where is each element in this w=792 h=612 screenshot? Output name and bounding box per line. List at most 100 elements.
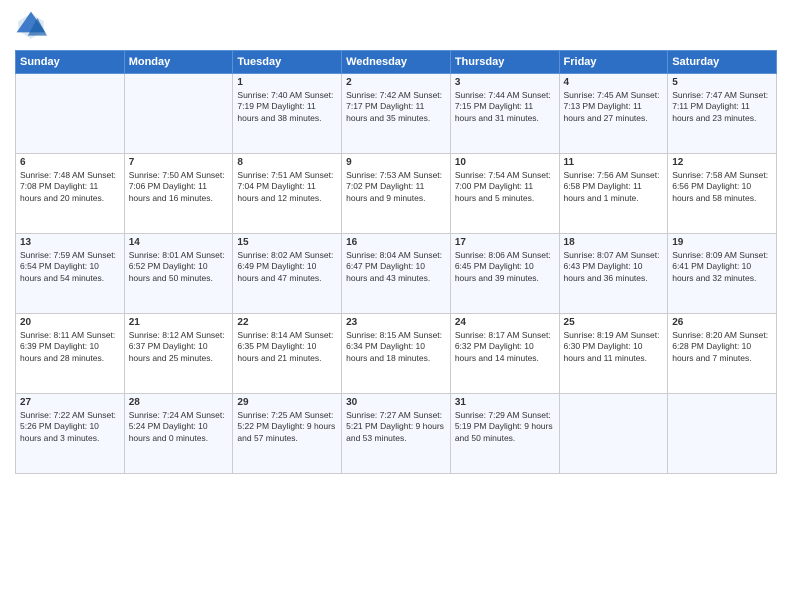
day-cell bbox=[559, 394, 668, 474]
day-info: Sunrise: 8:06 AM Sunset: 6:45 PM Dayligh… bbox=[455, 250, 555, 284]
day-info: Sunrise: 8:07 AM Sunset: 6:43 PM Dayligh… bbox=[564, 250, 664, 284]
header bbox=[15, 10, 777, 42]
day-info: Sunrise: 8:19 AM Sunset: 6:30 PM Dayligh… bbox=[564, 330, 664, 364]
day-cell: 13 Sunrise: 7:59 AM Sunset: 6:54 PM Dayli… bbox=[16, 234, 125, 314]
week-row-2: 6 Sunrise: 7:48 AM Sunset: 7:08 PM Daylig… bbox=[16, 154, 777, 234]
day-info: Sunrise: 7:40 AM Sunset: 7:19 PM Dayligh… bbox=[237, 90, 337, 124]
week-row-3: 13 Sunrise: 7:59 AM Sunset: 6:54 PM Dayli… bbox=[16, 234, 777, 314]
day-info: Sunrise: 7:51 AM Sunset: 7:04 PM Dayligh… bbox=[237, 170, 337, 204]
day-number: 28 bbox=[129, 397, 229, 408]
day-cell: 18 Sunrise: 8:07 AM Sunset: 6:43 PM Dayli… bbox=[559, 234, 668, 314]
day-number: 22 bbox=[237, 317, 337, 328]
day-number: 24 bbox=[455, 317, 555, 328]
day-info: Sunrise: 7:48 AM Sunset: 7:08 PM Dayligh… bbox=[20, 170, 120, 204]
day-info: Sunrise: 7:44 AM Sunset: 7:15 PM Dayligh… bbox=[455, 90, 555, 124]
logo-icon bbox=[15, 10, 47, 42]
day-info: Sunrise: 7:45 AM Sunset: 7:13 PM Dayligh… bbox=[564, 90, 664, 124]
day-info: Sunrise: 7:58 AM Sunset: 6:56 PM Dayligh… bbox=[672, 170, 772, 204]
day-info: Sunrise: 7:47 AM Sunset: 7:11 PM Dayligh… bbox=[672, 90, 772, 124]
day-info: Sunrise: 8:02 AM Sunset: 6:49 PM Dayligh… bbox=[237, 250, 337, 284]
day-info: Sunrise: 8:01 AM Sunset: 6:52 PM Dayligh… bbox=[129, 250, 229, 284]
day-info: Sunrise: 7:56 AM Sunset: 6:58 PM Dayligh… bbox=[564, 170, 664, 204]
day-number: 25 bbox=[564, 317, 664, 328]
day-info: Sunrise: 8:12 AM Sunset: 6:37 PM Dayligh… bbox=[129, 330, 229, 364]
day-info: Sunrise: 8:14 AM Sunset: 6:35 PM Dayligh… bbox=[237, 330, 337, 364]
day-cell: 8 Sunrise: 7:51 AM Sunset: 7:04 PM Daylig… bbox=[233, 154, 342, 234]
week-row-1: 1 Sunrise: 7:40 AM Sunset: 7:19 PM Daylig… bbox=[16, 74, 777, 154]
day-number: 23 bbox=[346, 317, 446, 328]
day-cell: 23 Sunrise: 8:15 AM Sunset: 6:34 PM Dayli… bbox=[342, 314, 451, 394]
day-cell: 16 Sunrise: 8:04 AM Sunset: 6:47 PM Dayli… bbox=[342, 234, 451, 314]
day-number: 21 bbox=[129, 317, 229, 328]
day-info: Sunrise: 7:53 AM Sunset: 7:02 PM Dayligh… bbox=[346, 170, 446, 204]
day-cell: 29 Sunrise: 7:25 AM Sunset: 5:22 PM Dayli… bbox=[233, 394, 342, 474]
day-number: 18 bbox=[564, 237, 664, 248]
day-number: 15 bbox=[237, 237, 337, 248]
day-number: 2 bbox=[346, 77, 446, 88]
day-number: 4 bbox=[564, 77, 664, 88]
day-info: Sunrise: 8:15 AM Sunset: 6:34 PM Dayligh… bbox=[346, 330, 446, 364]
day-cell: 10Sunrise: 7:54 AM Sunset: 7:00 PM Dayli… bbox=[450, 154, 559, 234]
day-cell: 25 Sunrise: 8:19 AM Sunset: 6:30 PM Dayli… bbox=[559, 314, 668, 394]
day-info: Sunrise: 7:42 AM Sunset: 7:17 PM Dayligh… bbox=[346, 90, 446, 124]
day-number: 20 bbox=[20, 317, 120, 328]
weekday-header-friday: Friday bbox=[559, 51, 668, 74]
day-info: Sunrise: 8:09 AM Sunset: 6:41 PM Dayligh… bbox=[672, 250, 772, 284]
weekday-header-row: SundayMondayTuesdayWednesdayThursdayFrid… bbox=[16, 51, 777, 74]
day-cell: 5 Sunrise: 7:47 AM Sunset: 7:11 PM Daylig… bbox=[668, 74, 777, 154]
day-info: Sunrise: 8:20 AM Sunset: 6:28 PM Dayligh… bbox=[672, 330, 772, 364]
day-number: 12 bbox=[672, 157, 772, 168]
day-info: Sunrise: 7:24 AM Sunset: 5:24 PM Dayligh… bbox=[129, 410, 229, 444]
day-cell: 24 Sunrise: 8:17 AM Sunset: 6:32 PM Dayli… bbox=[450, 314, 559, 394]
day-number: 27 bbox=[20, 397, 120, 408]
calendar-table: SundayMondayTuesdayWednesdayThursdayFrid… bbox=[15, 50, 777, 474]
day-number: 13 bbox=[20, 237, 120, 248]
day-cell bbox=[16, 74, 125, 154]
day-info: Sunrise: 8:04 AM Sunset: 6:47 PM Dayligh… bbox=[346, 250, 446, 284]
day-cell: 22 Sunrise: 8:14 AM Sunset: 6:35 PM Dayli… bbox=[233, 314, 342, 394]
day-cell: 26Sunrise: 8:20 AM Sunset: 6:28 PM Dayli… bbox=[668, 314, 777, 394]
day-cell: 6 Sunrise: 7:48 AM Sunset: 7:08 PM Daylig… bbox=[16, 154, 125, 234]
day-cell: 31Sunrise: 7:29 AM Sunset: 5:19 PM Dayli… bbox=[450, 394, 559, 474]
day-info: Sunrise: 7:22 AM Sunset: 5:26 PM Dayligh… bbox=[20, 410, 120, 444]
week-row-4: 20 Sunrise: 8:11 AM Sunset: 6:39 PM Dayli… bbox=[16, 314, 777, 394]
day-cell: 9Sunrise: 7:53 AM Sunset: 7:02 PM Daylig… bbox=[342, 154, 451, 234]
weekday-header-thursday: Thursday bbox=[450, 51, 559, 74]
day-number: 1 bbox=[237, 77, 337, 88]
day-number: 5 bbox=[672, 77, 772, 88]
day-cell: 12 Sunrise: 7:58 AM Sunset: 6:56 PM Dayli… bbox=[668, 154, 777, 234]
day-number: 16 bbox=[346, 237, 446, 248]
day-cell: 20 Sunrise: 8:11 AM Sunset: 6:39 PM Dayli… bbox=[16, 314, 125, 394]
weekday-header-tuesday: Tuesday bbox=[233, 51, 342, 74]
day-cell: 4 Sunrise: 7:45 AM Sunset: 7:13 PM Daylig… bbox=[559, 74, 668, 154]
day-cell: 17Sunrise: 8:06 AM Sunset: 6:45 PM Dayli… bbox=[450, 234, 559, 314]
day-number: 30 bbox=[346, 397, 446, 408]
day-number: 11 bbox=[564, 157, 664, 168]
day-cell: 27 Sunrise: 7:22 AM Sunset: 5:26 PM Dayli… bbox=[16, 394, 125, 474]
day-number: 19 bbox=[672, 237, 772, 248]
day-info: Sunrise: 8:11 AM Sunset: 6:39 PM Dayligh… bbox=[20, 330, 120, 364]
day-cell: 11 Sunrise: 7:56 AM Sunset: 6:58 PM Dayli… bbox=[559, 154, 668, 234]
day-cell: 19 Sunrise: 8:09 AM Sunset: 6:41 PM Dayli… bbox=[668, 234, 777, 314]
day-cell bbox=[124, 74, 233, 154]
logo bbox=[15, 10, 51, 42]
day-cell: 1 Sunrise: 7:40 AM Sunset: 7:19 PM Daylig… bbox=[233, 74, 342, 154]
day-cell: 2 Sunrise: 7:42 AM Sunset: 7:17 PM Daylig… bbox=[342, 74, 451, 154]
weekday-header-monday: Monday bbox=[124, 51, 233, 74]
day-number: 7 bbox=[129, 157, 229, 168]
weekday-header-wednesday: Wednesday bbox=[342, 51, 451, 74]
day-cell: 28 Sunrise: 7:24 AM Sunset: 5:24 PM Dayli… bbox=[124, 394, 233, 474]
day-info: Sunrise: 8:17 AM Sunset: 6:32 PM Dayligh… bbox=[455, 330, 555, 364]
day-cell: 15 Sunrise: 8:02 AM Sunset: 6:49 PM Dayli… bbox=[233, 234, 342, 314]
day-number: 8 bbox=[237, 157, 337, 168]
day-cell: 7 Sunrise: 7:50 AM Sunset: 7:06 PM Daylig… bbox=[124, 154, 233, 234]
day-cell: 3 Sunrise: 7:44 AM Sunset: 7:15 PM Daylig… bbox=[450, 74, 559, 154]
day-number: 6 bbox=[20, 157, 120, 168]
day-number: 3 bbox=[455, 77, 555, 88]
day-number: 29 bbox=[237, 397, 337, 408]
day-info: Sunrise: 7:59 AM Sunset: 6:54 PM Dayligh… bbox=[20, 250, 120, 284]
day-info: Sunrise: 7:25 AM Sunset: 5:22 PM Dayligh… bbox=[237, 410, 337, 444]
day-info: Sunrise: 7:50 AM Sunset: 7:06 PM Dayligh… bbox=[129, 170, 229, 204]
weekday-header-sunday: Sunday bbox=[16, 51, 125, 74]
day-info: Sunrise: 7:27 AM Sunset: 5:21 PM Dayligh… bbox=[346, 410, 446, 444]
